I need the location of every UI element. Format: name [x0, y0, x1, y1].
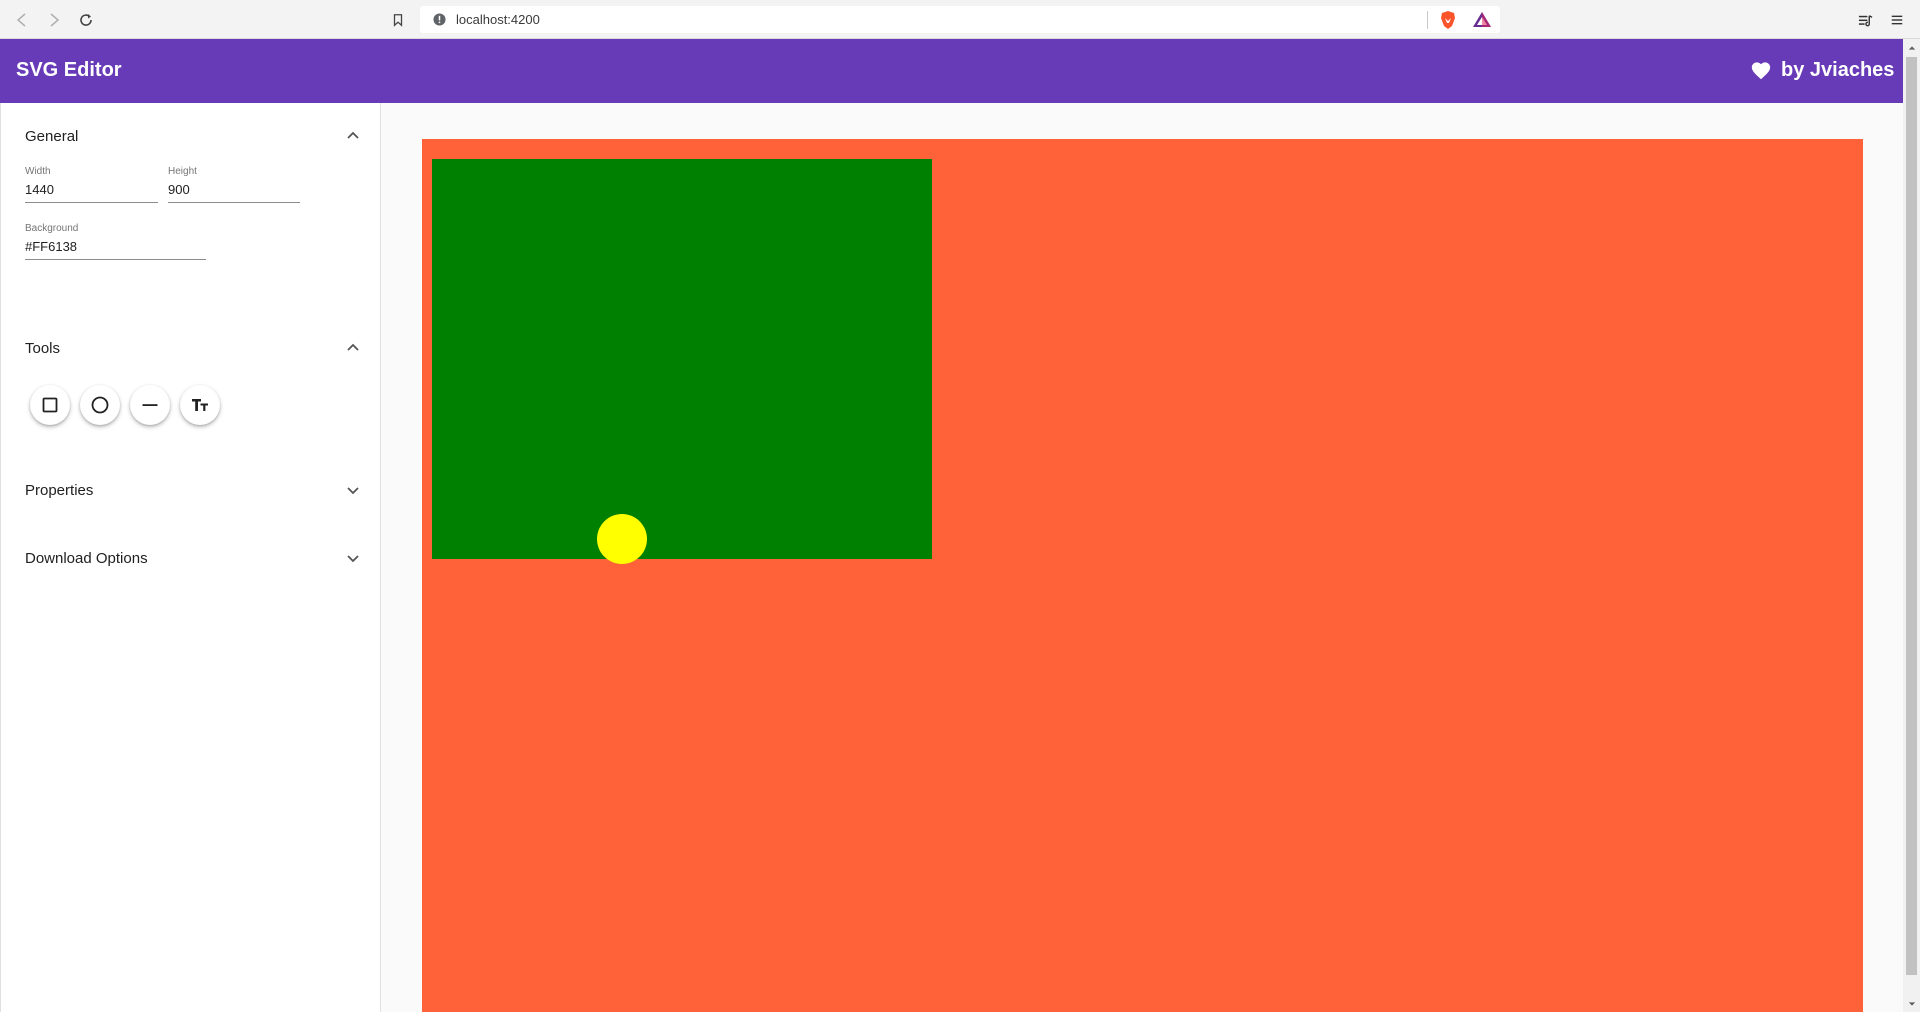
sidebar: General Width Height Background Tools Pr… [0, 103, 381, 1012]
menu-icon[interactable] [1886, 9, 1908, 31]
scroll-down-icon[interactable] [1903, 995, 1920, 1012]
page-scrollbar[interactable] [1903, 39, 1920, 1012]
tools-panel-header[interactable]: Tools [25, 333, 365, 363]
text-size-icon [192, 399, 208, 411]
properties-panel-title: Properties [25, 481, 94, 499]
text-tool-button[interactable] [180, 385, 220, 425]
height-field: Height [168, 166, 300, 203]
back-icon[interactable] [10, 8, 34, 32]
line-icon [142, 404, 158, 406]
line-tool-button[interactable] [130, 385, 170, 425]
download-options-panel-header[interactable]: Download Options [25, 543, 365, 573]
general-panel-header[interactable]: General [25, 121, 365, 151]
background-label: Background [25, 223, 79, 234]
scroll-up-icon[interactable] [1903, 39, 1920, 56]
height-label: Height [168, 166, 197, 177]
app-toolbar: SVG Editor by Jviaches [0, 39, 1903, 103]
background-field: Background [25, 223, 206, 260]
circle-icon [91, 396, 109, 414]
green-rectangle-shape[interactable] [432, 159, 932, 559]
chevron-up-icon [347, 131, 359, 139]
rectangle-tool-button[interactable] [30, 385, 70, 425]
bookmark-icon[interactable] [386, 8, 410, 32]
playlist-icon[interactable] [1854, 9, 1876, 31]
divider [1427, 11, 1428, 29]
url-text: localhost:4200 [456, 12, 540, 27]
tools-panel-title: Tools [25, 339, 61, 357]
brave-shields-icon[interactable] [1437, 9, 1459, 31]
background-input[interactable] [25, 239, 206, 260]
site-info-icon[interactable] [432, 13, 446, 27]
general-panel-title: General [25, 127, 79, 145]
canvas-area [381, 103, 1903, 1012]
browser-toolbar: localhost:4200 [0, 0, 1920, 39]
address-bar[interactable]: localhost:4200 [420, 6, 1500, 33]
chevron-down-icon [347, 555, 359, 563]
width-input[interactable] [25, 182, 158, 203]
width-field: Width [25, 166, 158, 203]
chevron-up-icon [347, 343, 359, 351]
heart-icon [1750, 60, 1772, 82]
download-options-panel-title: Download Options [25, 549, 148, 567]
square-icon [42, 397, 58, 413]
chevron-down-icon [347, 487, 359, 495]
author-credit[interactable]: by Jviaches [1781, 59, 1894, 82]
scroll-thumb[interactable] [1906, 57, 1917, 975]
reload-icon[interactable] [74, 8, 98, 32]
properties-panel-header[interactable]: Properties [25, 475, 365, 505]
app-title: SVG Editor [16, 59, 122, 81]
width-label: Width [25, 166, 51, 177]
brave-rewards-icon[interactable] [1471, 9, 1493, 31]
forward-icon[interactable] [42, 8, 66, 32]
yellow-circle-shape[interactable] [597, 514, 647, 564]
svg-canvas[interactable] [422, 139, 1863, 1012]
circle-tool-button[interactable] [80, 385, 120, 425]
height-input[interactable] [168, 182, 300, 203]
